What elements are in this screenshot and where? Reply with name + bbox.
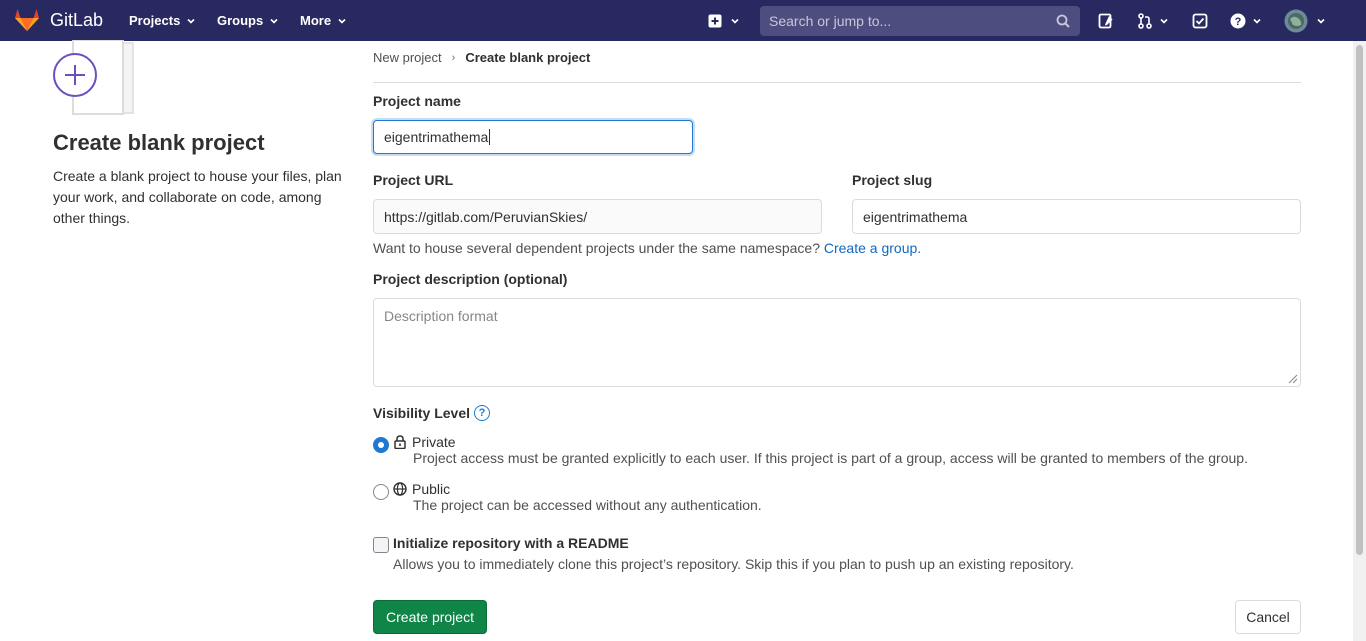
breadcrumb-current: Create blank project (465, 50, 591, 65)
chevron-down-icon (338, 18, 346, 24)
page-title: Create blank project (53, 130, 265, 155)
question-circle-icon[interactable]: ? (474, 405, 491, 421)
search-box[interactable] (760, 6, 1080, 36)
merge-requests-button[interactable] (1135, 11, 1171, 31)
readme-label[interactable]: Initialize repository with a README (393, 535, 629, 551)
nav-menu-groups-label: Groups (217, 13, 264, 28)
create-project-button[interactable]: Create project (373, 600, 487, 634)
project-slug-label: Project slug (852, 172, 933, 188)
chevron-down-icon (270, 18, 278, 24)
project-slug-value: eigentrimathema (863, 208, 968, 225)
chevron-down-icon (731, 18, 739, 24)
chevron-down-icon (187, 18, 195, 24)
search-icon (1056, 14, 1070, 28)
user-menu-button[interactable] (1284, 9, 1326, 33)
create-group-link[interactable]: Create a group. (824, 240, 921, 256)
visibility-public-label: Public (412, 481, 451, 497)
lock-icon (393, 435, 407, 449)
help-icon: ? (1230, 13, 1246, 29)
visibility-private-radio[interactable] (373, 437, 389, 453)
nav-menu-projects[interactable]: Projects (129, 0, 196, 41)
project-description-textarea[interactable]: Description format (373, 298, 1301, 387)
nav-menu-more-label: More (300, 13, 332, 28)
chevron-right-icon: › (451, 51, 456, 64)
visibility-public-radio[interactable] (373, 484, 389, 500)
visibility-public-title[interactable]: Public (393, 481, 450, 497)
page-description: Create a blank project to house your fil… (53, 168, 342, 226)
project-url-value: https://gitlab.com/PeruvianSkies/ (384, 208, 588, 225)
project-url-label: Project URL (373, 172, 454, 188)
help-button[interactable]: ? (1228, 11, 1264, 31)
plus-square-icon (708, 14, 722, 28)
namespace-help-text: Want to house several dependent projects… (373, 240, 820, 256)
issues-button[interactable] (1096, 11, 1116, 31)
top-navbar: GitLab Projects Groups More ? (0, 0, 1366, 41)
project-url-field[interactable]: https://gitlab.com/PeruvianSkies/ (373, 199, 822, 234)
new-dropdown-button[interactable] (706, 11, 742, 31)
tanuki-icon (15, 9, 39, 31)
resize-handle-icon[interactable] (1288, 374, 1298, 384)
visibility-private-title[interactable]: Private (393, 434, 456, 450)
chevron-down-icon (1160, 18, 1168, 24)
breadcrumb: New project › Create blank project (373, 50, 590, 65)
project-name-field[interactable]: eigentrimathema (373, 120, 693, 154)
nav-menu-groups[interactable]: Groups (217, 0, 279, 41)
project-description-label: Project description (optional) (373, 271, 568, 287)
cancel-button[interactable]: Cancel (1235, 600, 1301, 634)
readme-checkbox[interactable] (373, 537, 389, 553)
project-name-value: eigentrimathema (384, 129, 489, 145)
namespace-help: Want to house several dependent projects… (373, 240, 921, 256)
nav-menu-projects-label: Projects (129, 13, 181, 28)
visibility-private-label: Private (412, 434, 456, 450)
text-caret (489, 129, 491, 145)
divider (373, 82, 1301, 83)
blank-project-illustration (53, 40, 134, 115)
visibility-public-description: The project can be accessed without any … (413, 497, 762, 513)
chevron-down-icon (1253, 18, 1261, 24)
todos-button[interactable] (1190, 11, 1210, 31)
gitlab-logo[interactable]: GitLab (14, 8, 103, 32)
logo-text: GitLab (50, 9, 104, 30)
visibility-level-label: Visibility Level ? (373, 405, 491, 421)
todo-icon (1192, 13, 1208, 29)
scrollbar-thumb[interactable] (1356, 45, 1363, 555)
search-input[interactable] (769, 13, 1049, 29)
nav-menu-more[interactable]: More (300, 0, 347, 41)
breadcrumb-new-project[interactable]: New project (373, 50, 442, 65)
project-description-placeholder: Description format (384, 308, 498, 324)
issues-icon (1098, 13, 1113, 29)
avatar (1284, 9, 1308, 33)
project-name-label: Project name (373, 93, 461, 109)
merge-request-icon (1138, 13, 1152, 29)
chevron-down-icon (1317, 18, 1325, 24)
project-slug-field[interactable]: eigentrimathema (852, 199, 1301, 234)
globe-icon (393, 482, 407, 496)
visibility-level-text: Visibility Level (373, 405, 471, 421)
readme-description: Allows you to immediately clone this pro… (393, 556, 1074, 572)
svg-text:?: ? (1235, 16, 1242, 28)
page-scrollbar[interactable] (1353, 41, 1366, 641)
visibility-private-description: Project access must be granted explicitl… (413, 450, 1248, 466)
